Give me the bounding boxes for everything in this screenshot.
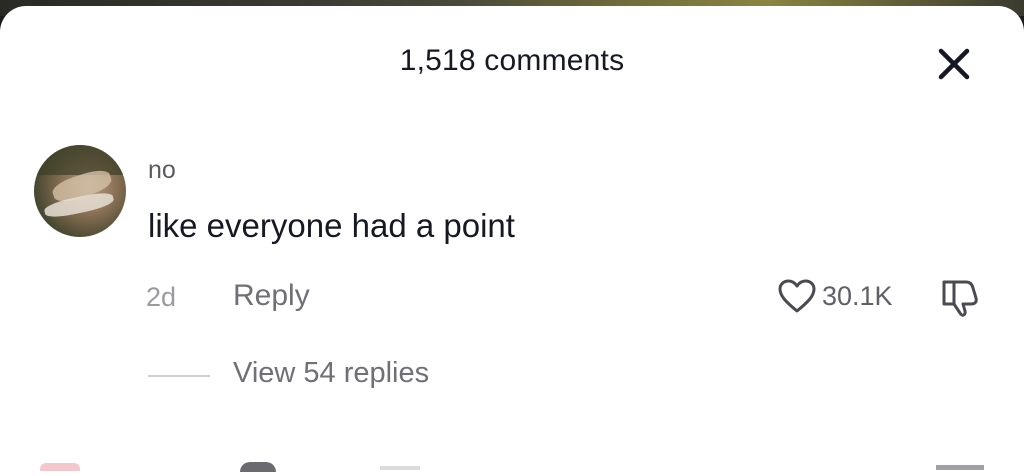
heart-icon: [778, 279, 816, 313]
comment-text: like everyone had a point: [148, 207, 515, 244]
reply-button[interactable]: Reply: [233, 279, 310, 313]
avatar[interactable]: [34, 145, 126, 237]
comment-timestamp: 2d: [146, 282, 177, 312]
close-icon: [938, 48, 970, 80]
comment-username[interactable]: no: [148, 156, 176, 185]
bottom-toolbar-peek: [0, 460, 1024, 472]
replies-divider: [148, 375, 210, 377]
view-replies-button[interactable]: View 54 replies: [233, 357, 429, 390]
comments-sheet: 1,518 comments no like everyone had a po…: [0, 6, 1024, 476]
thumbs-down-icon: [942, 280, 978, 317]
like-button[interactable]: 30.1K: [776, 276, 893, 316]
close-button[interactable]: [932, 42, 976, 86]
comments-count-title: 1,518 comments: [399, 44, 625, 77]
dislike-button[interactable]: [936, 276, 986, 318]
like-count: 30.1K: [822, 280, 893, 311]
